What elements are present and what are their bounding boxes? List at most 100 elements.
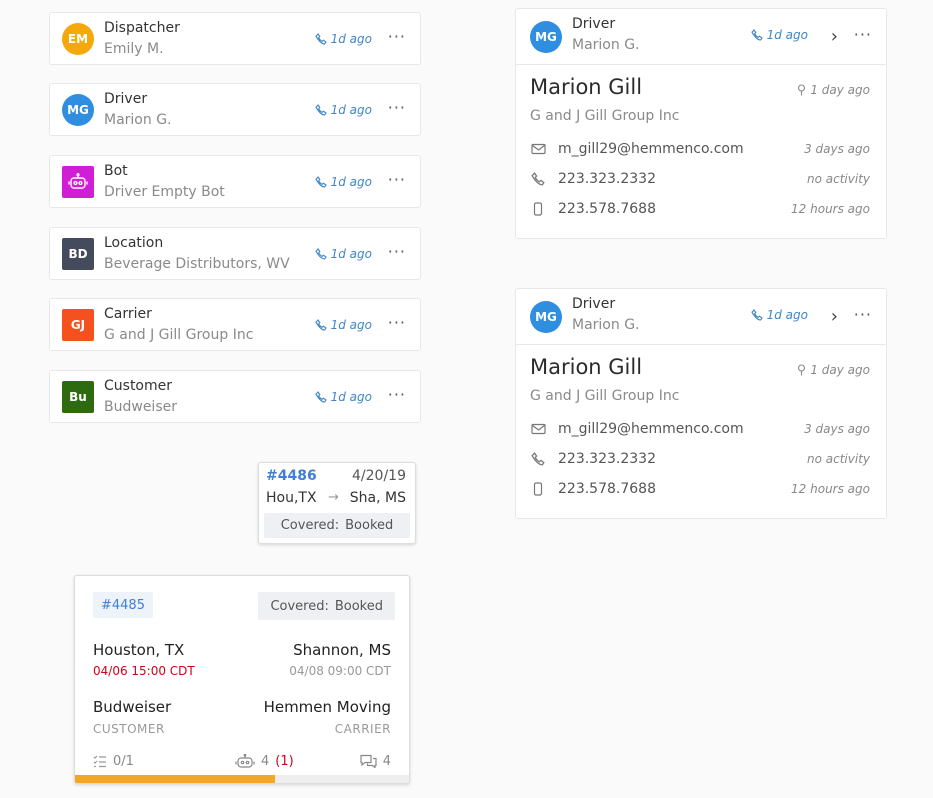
carrier-label: CARRIER bbox=[334, 722, 391, 736]
mobile-value[interactable]: 223.578.7688 bbox=[558, 201, 656, 217]
driver-card-body: Marion Gill G and J Gill Group Inc 1 day a… bbox=[516, 345, 886, 518]
more-options-icon[interactable]: ··· bbox=[388, 98, 406, 117]
contact-name: Emily M. bbox=[104, 41, 164, 57]
last-call[interactable]: 1d ago bbox=[750, 28, 808, 42]
email-row[interactable]: m_gill29@hemmenco.com 3 days ago bbox=[530, 419, 870, 439]
last-call[interactable]: 1d ago bbox=[314, 103, 372, 117]
last-seen-time: 1 day ago bbox=[810, 83, 870, 97]
avatar bbox=[62, 166, 94, 198]
contact-row-dispatcher[interactable]: EM Dispatcher Emily M. 1d ago ··· bbox=[49, 12, 421, 65]
load-number[interactable]: #4486 bbox=[266, 468, 317, 484]
driver-card-body: Marion Gill G and J Gill Group Inc 1 day a… bbox=[516, 65, 886, 238]
origin-city: Houston, TX bbox=[93, 641, 185, 659]
avatar-initials: MG bbox=[535, 310, 557, 324]
avatar-initials: GJ bbox=[70, 318, 86, 332]
driver-full-name: Marion Gill bbox=[530, 355, 643, 379]
contact-name: Marion G. bbox=[572, 317, 640, 333]
contact-role: Dispatcher bbox=[104, 20, 180, 36]
avatar-initials: MG bbox=[67, 103, 89, 117]
arrow-right-icon: → bbox=[328, 490, 339, 505]
last-seen: 1 day ago bbox=[797, 363, 870, 377]
more-options-icon[interactable]: ··· bbox=[388, 385, 406, 404]
contact-row-bot[interactable]: Bot Driver Empty Bot 1d ago ··· bbox=[49, 155, 421, 208]
avatar: BD bbox=[62, 238, 94, 270]
driver-company[interactable]: G and J Gill Group Inc bbox=[530, 388, 679, 404]
chevron-right-icon[interactable]: › bbox=[831, 306, 838, 327]
phone-value[interactable]: 223.323.2332 bbox=[558, 171, 656, 187]
tasks-counter[interactable]: 0/1 bbox=[93, 754, 134, 769]
more-options-icon[interactable]: ··· bbox=[854, 25, 872, 44]
messages-counter[interactable]: 4 bbox=[360, 754, 391, 769]
driver-card[interactable]: MG Driver Marion G. 1d ago › ··· Marion Gill G … bbox=[515, 8, 887, 239]
contact-role: Bot bbox=[104, 163, 128, 179]
status-label: Covered: bbox=[270, 598, 329, 614]
load-number-tag[interactable]: #4485 bbox=[93, 592, 153, 618]
more-options-icon[interactable]: ··· bbox=[388, 313, 406, 332]
phone-icon bbox=[530, 172, 546, 186]
mobile-icon bbox=[530, 202, 546, 216]
contact-row-customer[interactable]: Bu Customer Budweiser 1d ago ··· bbox=[49, 370, 421, 423]
origin-time: 04/06 15:00 CDT bbox=[93, 664, 195, 678]
mobile-value[interactable]: 223.578.7688 bbox=[558, 481, 656, 497]
avatar-initials: EM bbox=[67, 32, 89, 46]
phone-icon bbox=[530, 452, 546, 466]
last-call[interactable]: 1d ago bbox=[314, 247, 372, 261]
last-call[interactable]: 1d ago bbox=[314, 32, 372, 46]
email-value[interactable]: m_gill29@hemmenco.com bbox=[558, 421, 744, 437]
avatar-initials: MG bbox=[535, 30, 557, 44]
more-options-icon[interactable]: ··· bbox=[388, 242, 406, 261]
checklist-icon bbox=[93, 755, 106, 767]
last-call-time: 1d ago bbox=[330, 103, 372, 117]
avatar-initials: Bu bbox=[69, 390, 87, 404]
phone-row[interactable]: 223.323.2332 no activity bbox=[530, 449, 870, 469]
mobile-icon bbox=[530, 482, 546, 496]
phone-icon bbox=[314, 176, 327, 188]
robot-icon bbox=[235, 753, 255, 768]
last-call[interactable]: 1d ago bbox=[314, 318, 372, 332]
robot-icon bbox=[67, 173, 89, 191]
mobile-row[interactable]: 223.578.7688 12 hours ago bbox=[530, 479, 870, 499]
bots-counter[interactable]: 4 (1) bbox=[235, 753, 294, 769]
phone-value[interactable]: 223.323.2332 bbox=[558, 451, 656, 467]
contact-row-carrier[interactable]: GJ Carrier G and J Gill Group Inc 1d ago ··· bbox=[49, 298, 421, 351]
last-call[interactable]: 1d ago bbox=[750, 308, 808, 322]
driver-card-header[interactable]: MG Driver Marion G. 1d ago › ··· bbox=[516, 9, 886, 65]
contact-name: G and J Gill Group Inc bbox=[104, 327, 254, 343]
email-row[interactable]: m_gill29@hemmenco.com 3 days ago bbox=[530, 139, 870, 159]
driver-company[interactable]: G and J Gill Group Inc bbox=[530, 108, 679, 124]
load-card[interactable]: #4485 Covered: Booked Houston, TX 04/06 … bbox=[74, 575, 410, 784]
progress-fill bbox=[75, 775, 276, 783]
more-options-icon[interactable]: ··· bbox=[388, 170, 406, 189]
chat-icon bbox=[360, 754, 377, 768]
avatar-initials: BD bbox=[68, 247, 88, 261]
chevron-right-icon[interactable]: › bbox=[831, 26, 838, 47]
phone-activity: no activity bbox=[807, 172, 870, 186]
customer-name[interactable]: Budweiser bbox=[93, 698, 171, 716]
destination-short: Sha, MS bbox=[349, 490, 406, 506]
email-value[interactable]: m_gill29@hemmenco.com bbox=[558, 141, 744, 157]
phone-icon bbox=[750, 29, 763, 41]
envelope-icon bbox=[530, 143, 546, 155]
contact-row-driver[interactable]: MG Driver Marion G. 1d ago ··· bbox=[49, 83, 421, 136]
contact-row-location[interactable]: BD Location Beverage Distributors, WV 1d ag… bbox=[49, 227, 421, 280]
last-call[interactable]: 1d ago bbox=[314, 175, 372, 189]
more-options-icon[interactable]: ··· bbox=[388, 27, 406, 46]
more-options-icon[interactable]: ··· bbox=[854, 305, 872, 324]
avatar: GJ bbox=[62, 309, 94, 341]
customer-label: CUSTOMER bbox=[93, 722, 165, 736]
location-pin-icon bbox=[797, 364, 806, 376]
last-call-time: 1d ago bbox=[330, 318, 372, 332]
mobile-activity: 12 hours ago bbox=[791, 202, 870, 216]
driver-card-header[interactable]: MG Driver Marion G. 1d ago › ··· bbox=[516, 289, 886, 345]
contact-name: Marion G. bbox=[572, 37, 640, 53]
driver-card[interactable]: MG Driver Marion G. 1d ago › ··· Marion Gill G … bbox=[515, 288, 887, 519]
load-card-mini[interactable]: #4486 4/20/19 Hou,TX → Sha, MS Covered: … bbox=[258, 462, 416, 544]
last-call[interactable]: 1d ago bbox=[314, 390, 372, 404]
envelope-icon bbox=[530, 423, 546, 435]
status-badge: Covered: Booked bbox=[264, 513, 410, 538]
avatar: MG bbox=[530, 21, 562, 53]
mobile-row[interactable]: 223.578.7688 12 hours ago bbox=[530, 199, 870, 219]
last-call-time: 1d ago bbox=[330, 175, 372, 189]
carrier-name[interactable]: Hemmen Moving bbox=[264, 698, 391, 716]
phone-row[interactable]: 223.323.2332 no activity bbox=[530, 169, 870, 189]
